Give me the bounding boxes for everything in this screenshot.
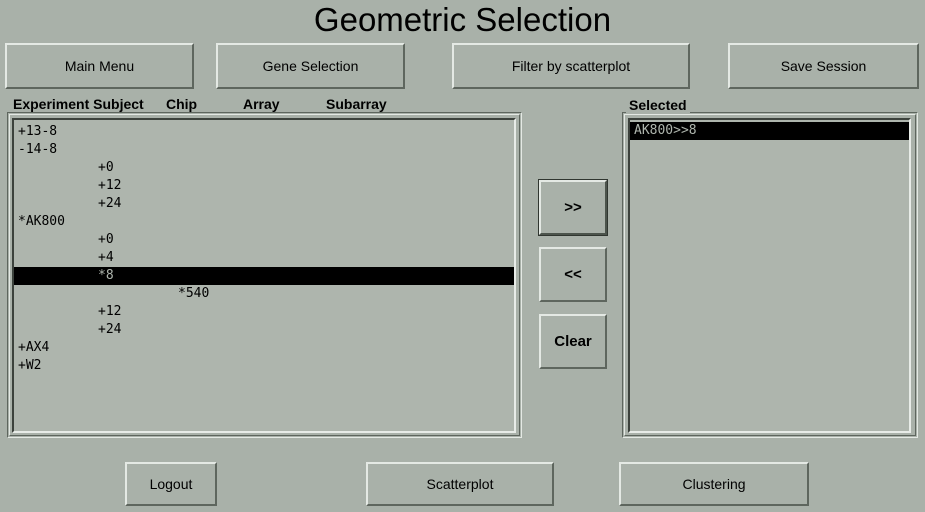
main-menu-button[interactable]: Main Menu [5, 43, 194, 89]
available-list-item-chip: +0 [98, 232, 114, 247]
selected-list-item[interactable]: AK800>>8 [630, 122, 909, 140]
column-header-subarray: Subarray [323, 96, 390, 112]
available-list-item[interactable]: *8 [14, 267, 514, 285]
available-list-item[interactable]: +4 [14, 249, 514, 267]
available-list-item-chip: +24 [98, 322, 122, 337]
available-list-item[interactable]: +12 [14, 303, 514, 321]
scatterplot-button[interactable]: Scatterplot [366, 462, 554, 506]
available-list-item[interactable]: +AX4 [14, 339, 514, 357]
filter-by-scatterplot-button[interactable]: Filter by scatterplot [452, 43, 690, 89]
available-list-item-subject: +13-8 [18, 124, 58, 139]
available-list-item-chip: *8 [98, 268, 114, 283]
gene-selection-button-label: Gene Selection [262, 58, 359, 74]
available-list-item[interactable]: +W2 [14, 357, 514, 375]
available-list-item-chip: +12 [98, 304, 122, 319]
page-title: Geometric Selection [313, 1, 612, 38]
selected-list[interactable]: AK800>>8 [628, 118, 911, 433]
available-list-item[interactable]: +13-8 [14, 123, 514, 141]
remove-from-selected-button-label: << [564, 266, 582, 283]
column-header-array: Array [240, 96, 283, 112]
gene-selection-button[interactable]: Gene Selection [216, 43, 405, 89]
column-header-chip: Chip [163, 96, 201, 112]
available-list-item-chip: +0 [98, 160, 114, 175]
available-list-item-chip: +12 [98, 178, 122, 193]
remove-from-selected-button[interactable]: << [539, 247, 607, 302]
available-list-item[interactable]: +12 [14, 177, 514, 195]
filter-by-scatterplot-button-label: Filter by scatterplot [511, 58, 631, 74]
add-to-selected-button[interactable]: >> [538, 179, 608, 236]
logout-button-label: Logout [149, 476, 193, 492]
save-session-button[interactable]: Save Session [728, 43, 919, 89]
available-list-item[interactable]: +0 [14, 231, 514, 249]
available-list-item-chip: +24 [98, 196, 122, 211]
available-list-item-subject: +W2 [18, 358, 42, 373]
available-list-item[interactable]: +24 [14, 321, 514, 339]
available-list-item-subject: +AX4 [18, 340, 50, 355]
available-list-item[interactable]: +24 [14, 195, 514, 213]
available-list-item-array: *540 [178, 286, 210, 301]
available-list-item-chip: +4 [98, 250, 114, 265]
clear-selected-button[interactable]: Clear [539, 314, 607, 369]
selected-panel-title: Selected [626, 97, 690, 113]
main-menu-button-label: Main Menu [64, 58, 135, 74]
clustering-button-label: Clustering [682, 476, 746, 492]
column-header-experiment-subject: Experiment Subject [10, 96, 147, 112]
add-to-selected-button-label: >> [564, 199, 582, 216]
available-list-item[interactable]: *AK800 [14, 213, 514, 231]
scatterplot-button-label: Scatterplot [426, 476, 494, 492]
available-list-item-subject: -14-8 [18, 142, 58, 157]
selected-list-item-label: AK800>>8 [634, 123, 697, 138]
clear-selected-button-label: Clear [554, 333, 592, 350]
available-list[interactable]: +13-8 -14-8 +0 +12 +24 *AK800 +0 +4 *8 *540 +12 +24… [12, 118, 516, 433]
available-list-item[interactable]: *540 [14, 285, 514, 303]
available-list-item[interactable]: +0 [14, 159, 514, 177]
available-list-item[interactable]: -14-8 [14, 141, 514, 159]
logout-button[interactable]: Logout [125, 462, 217, 506]
clustering-button[interactable]: Clustering [619, 462, 809, 506]
available-list-item-subject: *AK800 [18, 214, 65, 229]
save-session-button-label: Save Session [780, 58, 867, 74]
